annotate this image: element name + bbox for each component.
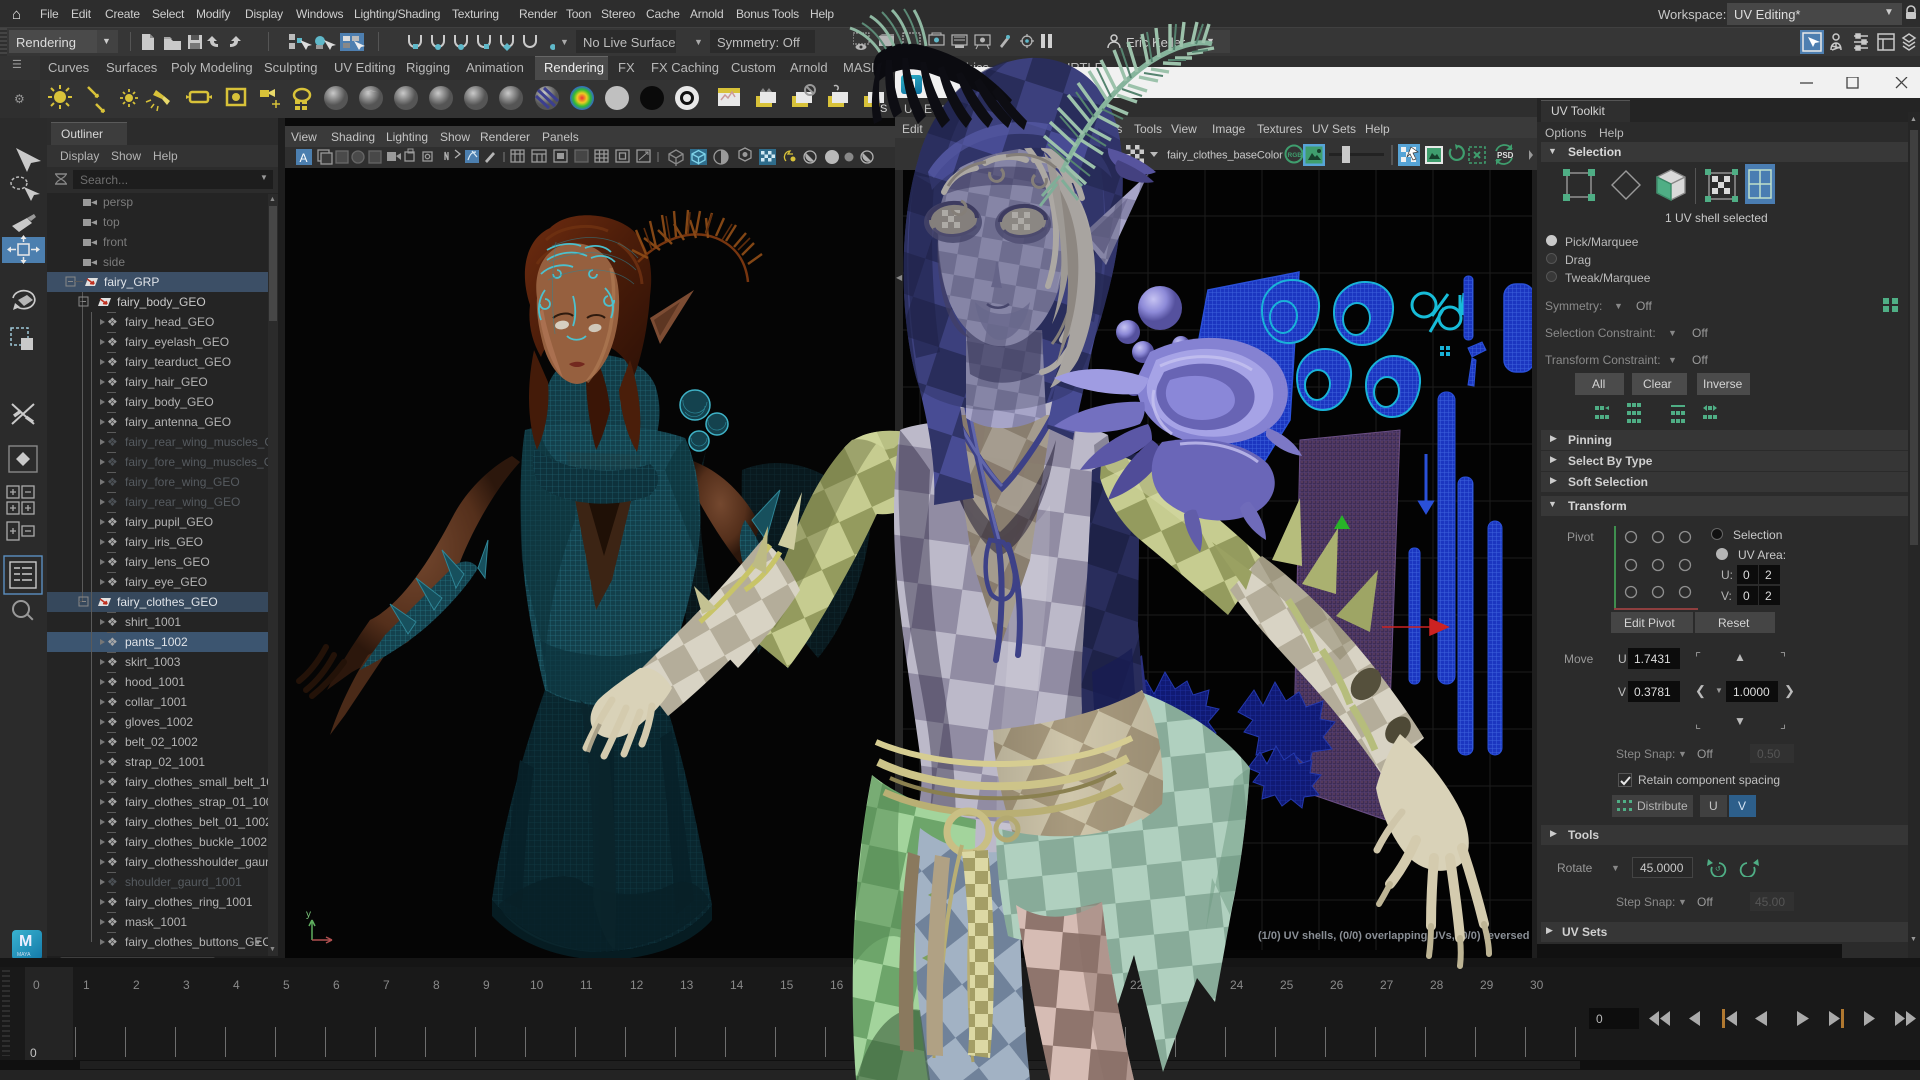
svg-text:1: 1 [83,978,90,992]
svg-text:0: 0 [33,978,40,992]
svg-text:3: 3 [183,978,190,992]
svg-text:9: 9 [483,978,490,992]
svg-text:↺: ↺ [1715,866,1721,873]
svg-text:5: 5 [283,978,290,992]
svg-text:4: 4 [233,978,240,992]
svg-text:0: 0 [30,1046,37,1060]
svg-text:2: 2 [133,978,140,992]
svg-text:8: 8 [433,978,440,992]
svg-text:6: 6 [333,978,340,992]
svg-text:7: 7 [383,978,390,992]
